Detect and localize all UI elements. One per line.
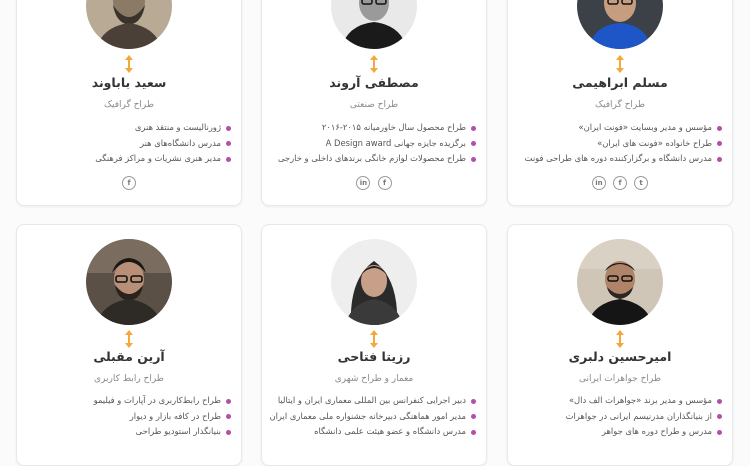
list-item: طراح محصولات لوازم خانگی برندهای داخلی و… bbox=[268, 151, 476, 167]
avatar bbox=[331, 0, 417, 49]
avatar bbox=[577, 239, 663, 325]
bio-list: طراح رابط‌کاربری در آپارات و فیلیمو طراح… bbox=[23, 393, 231, 440]
speaker-role: طراح گرافیک bbox=[594, 100, 646, 110]
linkedin-icon[interactable]: in bbox=[356, 175, 371, 190]
speaker-name: آرین مقبلی bbox=[93, 349, 165, 364]
connector-arrow bbox=[123, 330, 135, 348]
speaker-card: مصطفی آروند طراح صنعتی طراح محصول سال خا… bbox=[261, 0, 487, 206]
speaker-name: رزیتا فتاحی bbox=[337, 349, 411, 364]
linkedin-icon[interactable]: in bbox=[591, 175, 606, 190]
list-item: برگزیده جایزه جهانی A Design award bbox=[268, 136, 476, 152]
list-item: طراح در کافه بازار و دیوار bbox=[23, 409, 231, 425]
connector-arrow bbox=[368, 330, 380, 348]
avatar bbox=[577, 0, 663, 49]
list-item: دبیر اجرایی کنفرانس بین المللی معماری ای… bbox=[268, 393, 476, 409]
list-item: مدرس دانشگاه‌های هنر bbox=[23, 136, 231, 152]
speaker-name: مسلم ابراهیمی bbox=[572, 75, 668, 90]
list-item: مؤسس و مدیر برند «جواهرات الف دال» bbox=[514, 393, 722, 409]
list-item: مدیر هنری نشریات و مراکز فرهنگی bbox=[23, 151, 231, 167]
list-item: مؤسس و مدیر وبسایت «فونت ایران» bbox=[514, 120, 722, 136]
connector-arrow bbox=[123, 55, 135, 73]
connector-arrow bbox=[614, 55, 626, 73]
bio-list: دبیر اجرایی کنفرانس بین المللی معماری ای… bbox=[268, 393, 476, 440]
list-item: مدرس دانشگاه و عضو هیئت علمی دانشگاه bbox=[268, 424, 476, 440]
speaker-card: مسلم ابراهیمی طراح گرافیک مؤسس و مدیر وب… bbox=[507, 0, 733, 206]
list-item: از بنیانگذاران مدرنیسم ایرانی در جواهرات bbox=[514, 409, 722, 425]
list-item: مدرس و طراح دوره های جواهر bbox=[514, 424, 722, 440]
facebook-icon[interactable]: f bbox=[377, 175, 392, 190]
speaker-name: مصطفی آروند bbox=[329, 75, 419, 90]
list-item: ژورنالیست و منتقد هنری bbox=[23, 120, 231, 136]
list-item: مدیر امور هماهنگی دبیرخانه جشنواره ملی م… bbox=[268, 409, 476, 425]
list-item: مدرس دانشگاه و برگزارکننده دوره های طراح… bbox=[514, 151, 722, 167]
speaker-card: سعید باباوند طراح گرافیک ژورنالیست و منت… bbox=[16, 0, 242, 206]
speaker-role: طراح گرافیک bbox=[103, 100, 155, 110]
connector-arrow bbox=[368, 55, 380, 73]
social-links: in f t bbox=[508, 172, 732, 191]
avatar bbox=[86, 239, 172, 325]
facebook-icon[interactable]: f bbox=[613, 175, 627, 190]
list-item: بنیانگذار استودیو طراحی bbox=[23, 424, 231, 440]
speaker-role: طراح جواهرات ایرانی bbox=[578, 374, 662, 384]
bio-list: طراح محصول سال خاورمیانه ۲۰۱۵-۲۰۱۶ برگزی… bbox=[268, 120, 476, 167]
speaker-name: سعید باباوند bbox=[91, 75, 167, 90]
list-item: طراح رابط‌کاربری در آپارات و فیلیمو bbox=[23, 393, 231, 409]
speaker-role: طراح رابط کاربری bbox=[94, 374, 164, 384]
bio-list: مؤسس و مدیر برند «جواهرات الف دال» از بن… bbox=[514, 393, 722, 440]
social-links: f bbox=[17, 172, 241, 191]
speaker-name: امیرحسین دلبری bbox=[568, 349, 672, 364]
connector-arrow bbox=[614, 330, 626, 348]
bio-list: مؤسس و مدیر وبسایت «فونت ایران» طراح خان… bbox=[514, 120, 722, 167]
facebook-icon[interactable]: f bbox=[122, 175, 136, 190]
bio-list: ژورنالیست و منتقد هنری مدرس دانشگاه‌های … bbox=[23, 120, 231, 167]
social-links: in f bbox=[262, 172, 486, 191]
list-item: طراح محصول سال خاورمیانه ۲۰۱۵-۲۰۱۶ bbox=[268, 120, 476, 136]
avatar bbox=[86, 0, 172, 49]
speaker-role: معمار و طراح شهری bbox=[334, 374, 414, 384]
list-item: طراح خانواده «فونت های ایران» bbox=[514, 136, 722, 152]
avatar bbox=[331, 239, 417, 325]
twitter-icon[interactable]: t bbox=[634, 175, 649, 190]
speaker-role: طراح صنعتی bbox=[349, 100, 399, 110]
